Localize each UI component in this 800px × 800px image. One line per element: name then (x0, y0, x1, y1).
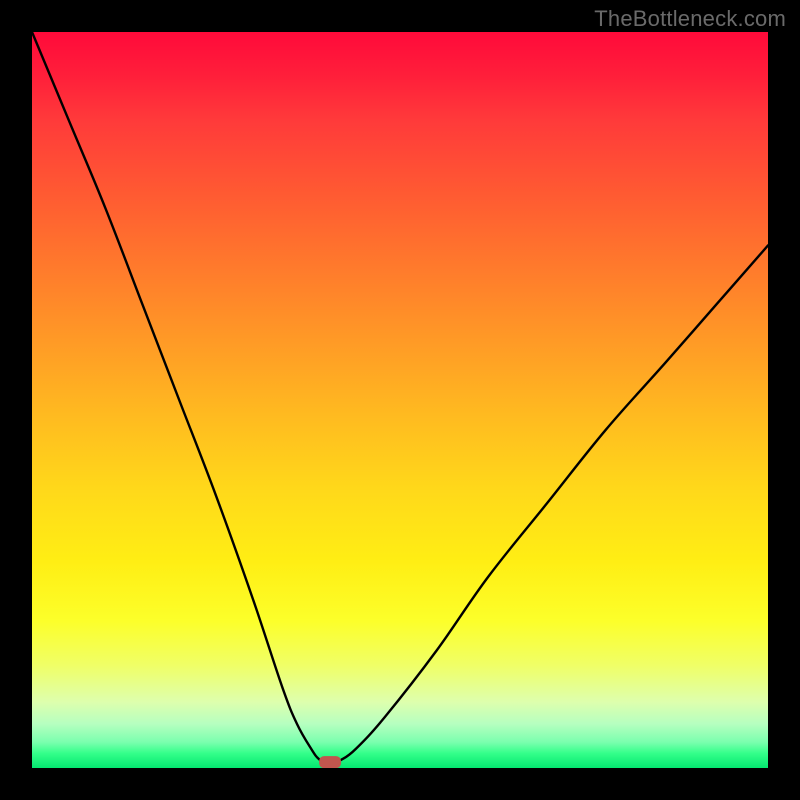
chart-frame: TheBottleneck.com (0, 0, 800, 800)
watermark-text: TheBottleneck.com (594, 6, 786, 32)
plot-area (32, 32, 768, 768)
minimum-marker-icon (319, 756, 341, 768)
bottleneck-curve-svg (32, 32, 768, 768)
bottleneck-curve (32, 32, 768, 762)
